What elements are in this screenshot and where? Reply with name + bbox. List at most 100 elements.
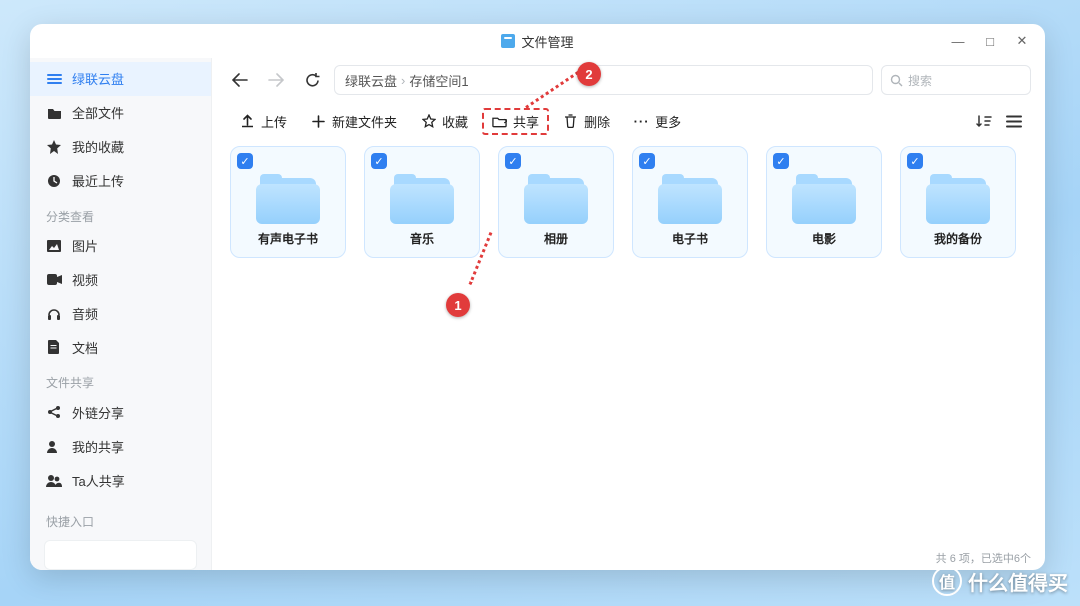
sidebar-item-label: 我的收藏	[72, 137, 124, 156]
folder-icon	[926, 174, 990, 222]
plus-icon	[311, 114, 326, 129]
sidebar-item-label: 最近上传	[72, 171, 124, 190]
clock-icon	[46, 174, 62, 188]
nav-row: 绿联云盘 › 存储空间1 搜索	[212, 58, 1045, 102]
folder-name: 电影	[812, 230, 836, 247]
checkbox-checked-icon[interactable]: ✓	[237, 153, 253, 169]
sidebar-item-label: 图片	[72, 236, 98, 255]
breadcrumb[interactable]: 绿联云盘 › 存储空间1	[334, 65, 873, 95]
folder-card[interactable]: ✓ 电影	[766, 146, 882, 258]
close-button[interactable]: ✕	[1007, 29, 1037, 53]
folder-icon	[658, 174, 722, 222]
sidebar-item-video[interactable]: 视频	[30, 263, 211, 297]
share-folder-icon	[492, 114, 507, 129]
new-folder-button[interactable]: 新建文件夹	[301, 108, 407, 135]
sidebar-item-label: 文档	[72, 338, 98, 357]
toolbar-label: 共享	[513, 112, 539, 131]
search-input[interactable]: 搜索	[881, 65, 1031, 95]
title-bar: 文件管理 — □ ✕	[30, 24, 1045, 58]
window-title: 文件管理	[521, 32, 573, 51]
checkbox-checked-icon[interactable]: ✓	[371, 153, 387, 169]
share-button[interactable]: 共享	[482, 108, 549, 135]
back-button[interactable]	[226, 66, 254, 94]
app-icon	[501, 34, 515, 48]
share-link-icon	[46, 405, 62, 419]
folder-card[interactable]: ✓ 我的备份	[900, 146, 1016, 258]
star-icon	[46, 140, 62, 154]
sidebar-item-label: Ta人共享	[72, 471, 125, 490]
main-panel: 绿联云盘 › 存储空间1 搜索 上传	[212, 58, 1045, 570]
video-icon	[46, 274, 62, 285]
maximize-button[interactable]: □	[975, 29, 1005, 53]
star-outline-icon	[421, 114, 436, 129]
checkbox-checked-icon[interactable]: ✓	[639, 153, 655, 169]
sidebar-heading-categories: 分类查看	[30, 198, 211, 229]
folder-name: 我的备份	[934, 230, 982, 247]
status-bar: 共 6 项，已选中6个	[936, 550, 1031, 566]
checkbox-checked-icon[interactable]: ✓	[907, 153, 923, 169]
more-button[interactable]: ··· 更多	[624, 108, 691, 135]
sidebar-item-images[interactable]: 图片	[30, 229, 211, 263]
sidebar-heading-quick: 快捷入口	[30, 503, 211, 534]
sidebar-item-label: 视频	[72, 270, 98, 289]
checkbox-checked-icon[interactable]: ✓	[773, 153, 789, 169]
checkbox-checked-icon[interactable]: ✓	[505, 153, 521, 169]
cloud-drive-icon	[46, 73, 62, 85]
delete-button[interactable]: 删除	[553, 108, 620, 135]
search-placeholder: 搜索	[908, 72, 932, 89]
sidebar-item-label: 全部文件	[72, 103, 124, 122]
sidebar-item-favorites[interactable]: 我的收藏	[30, 130, 211, 164]
folder-name: 电子书	[672, 230, 708, 247]
folder-icon	[390, 174, 454, 222]
watermark: 值 什么值得买	[932, 566, 1068, 596]
headphones-icon	[46, 307, 62, 320]
toolbar-label: 上传	[261, 112, 287, 131]
quick-entry-slot[interactable]	[44, 540, 197, 570]
annotation-badge-2: 2	[577, 62, 601, 86]
toolbar-label: 删除	[584, 112, 610, 131]
refresh-button[interactable]	[298, 66, 326, 94]
folder-card[interactable]: ✓ 相册	[498, 146, 614, 258]
breadcrumb-seg[interactable]: 绿联云盘	[345, 71, 397, 90]
upload-icon	[240, 114, 255, 129]
upload-button[interactable]: 上传	[230, 108, 297, 135]
app-window: 文件管理 — □ ✕ 绿联云盘 全部文件	[30, 24, 1045, 570]
search-icon	[890, 74, 903, 87]
users-icon	[46, 474, 62, 487]
favorite-button[interactable]: 收藏	[411, 108, 478, 135]
sort-button[interactable]	[971, 108, 997, 134]
sidebar-item-all-files[interactable]: 全部文件	[30, 96, 211, 130]
watermark-text: 什么值得买	[968, 567, 1068, 596]
breadcrumb-seg[interactable]: 存储空间1	[409, 71, 468, 90]
sidebar-item-label: 我的共享	[72, 437, 124, 456]
trash-icon	[563, 114, 578, 129]
sidebar-root[interactable]: 绿联云盘	[30, 62, 211, 96]
user-share-icon	[46, 440, 62, 453]
folder-name: 音乐	[410, 230, 434, 247]
watermark-badge-icon: 值	[932, 566, 962, 596]
toolbar-label: 新建文件夹	[332, 112, 397, 131]
sidebar-item-my-share[interactable]: 我的共享	[30, 429, 211, 463]
more-icon: ···	[634, 114, 649, 129]
sidebar-item-label: 音频	[72, 304, 98, 323]
sidebar-item-others-share[interactable]: Ta人共享	[30, 463, 211, 497]
folder-card[interactable]: ✓ 电子书	[632, 146, 748, 258]
sidebar-root-label: 绿联云盘	[72, 69, 124, 88]
forward-button[interactable]	[262, 66, 290, 94]
folder-icon	[524, 174, 588, 222]
sidebar-item-external-share[interactable]: 外链分享	[30, 395, 211, 429]
sidebar-item-docs[interactable]: 文档	[30, 330, 211, 364]
sidebar-heading-share: 文件共享	[30, 364, 211, 395]
sidebar-item-recent[interactable]: 最近上传	[30, 164, 211, 198]
folder-name: 有声电子书	[258, 230, 318, 247]
folder-card[interactable]: ✓ 有声电子书	[230, 146, 346, 258]
sidebar-item-label: 外链分享	[72, 403, 124, 422]
list-view-button[interactable]	[1001, 108, 1027, 134]
folder-grid: ✓ 有声电子书 ✓ 音乐 ✓ 相册 ✓ 电子书	[212, 142, 1045, 262]
folder-icon	[792, 174, 856, 222]
sidebar-item-audio[interactable]: 音频	[30, 296, 211, 330]
image-icon	[46, 240, 62, 252]
folder-card[interactable]: ✓ 音乐	[364, 146, 480, 258]
toolbar: 上传 新建文件夹 收藏	[212, 102, 1045, 142]
minimize-button[interactable]: —	[943, 29, 973, 53]
